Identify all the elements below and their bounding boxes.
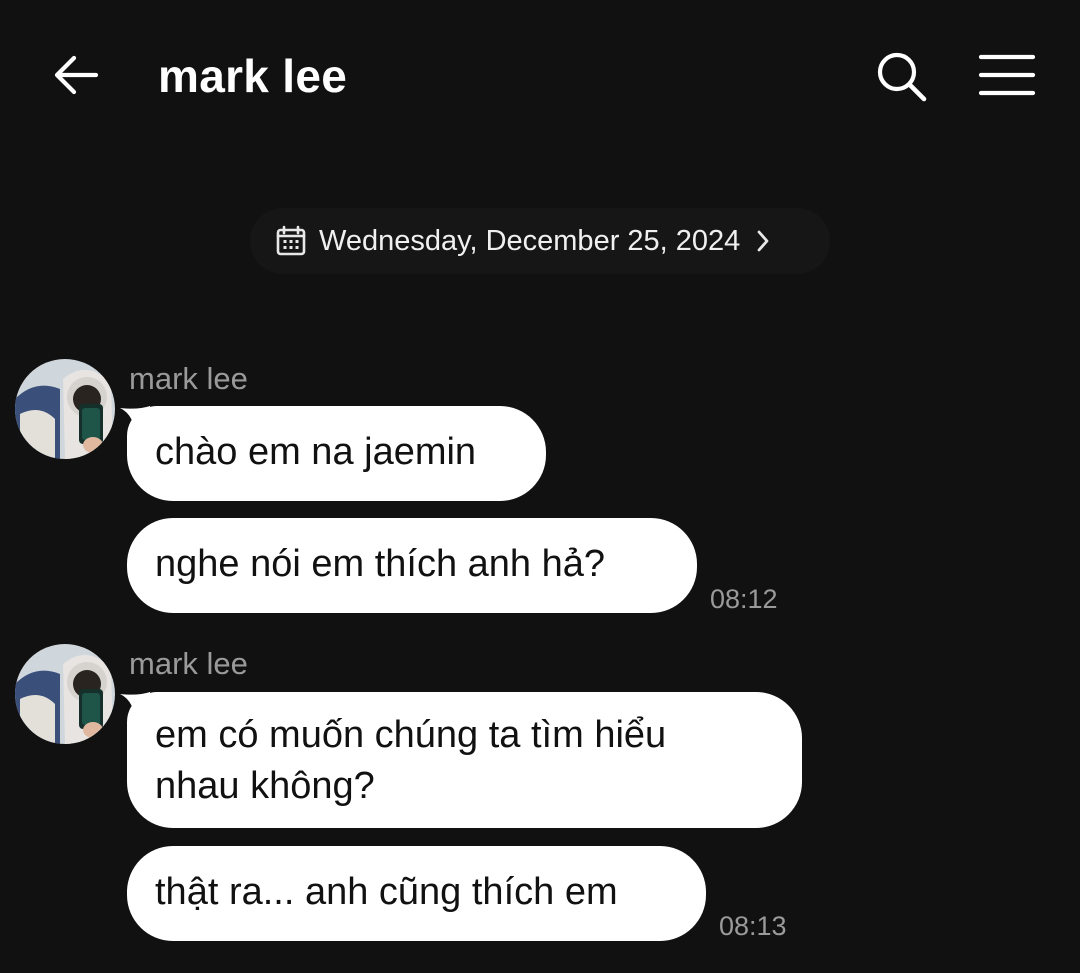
sender-name: mark lee [129,361,248,396]
message-time: 08:13 [719,911,787,941]
date-label: Wednesday, December 25, 2024 [319,224,741,257]
chat-header: mark lee [0,0,1080,150]
message-bubble[interactable]: chào em na jaemin [127,406,546,501]
menu-button[interactable] [975,48,1039,102]
message-time: 08:12 [710,584,778,614]
date-separator[interactable]: Wednesday, December 25, 2024 [250,208,830,274]
hamburger-menu-icon [978,54,1036,96]
message-bubble[interactable]: nghe nói em thích anh hả? [127,518,697,613]
arrow-left-icon [54,55,99,95]
message-bubble[interactable]: thật ra... anh cũng thích em [127,846,706,941]
search-icon [877,52,927,102]
back-button[interactable] [50,50,102,100]
avatar-photo [15,644,115,744]
avatar[interactable] [15,644,115,744]
search-button[interactable] [872,48,930,104]
sender-name: mark lee [129,646,248,681]
calendar-icon [275,225,307,257]
avatar-photo [15,359,115,459]
chat-title: mark lee [158,50,348,102]
message-bubble[interactable]: em có muốn chúng ta tìm hiểu nhau không? [127,692,802,828]
chevron-right-icon [754,228,772,254]
avatar[interactable] [15,359,115,459]
